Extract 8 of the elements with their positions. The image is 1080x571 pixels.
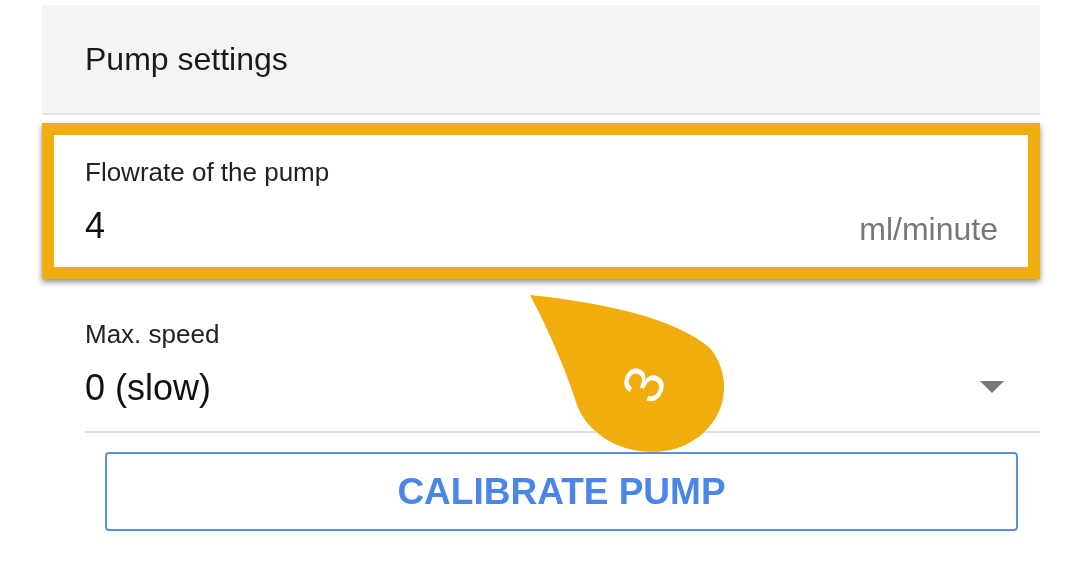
dropdown-caret-icon[interactable] bbox=[980, 381, 1004, 395]
input-field[interactable]: 4 bbox=[85, 203, 106, 249]
field-label: Max. speed bbox=[85, 318, 221, 351]
section-title: Pump settings bbox=[85, 40, 288, 79]
unit-label: ml/minute bbox=[859, 210, 998, 249]
dropdown-value[interactable]: 0 (slow) bbox=[85, 365, 212, 411]
field-label: Flowrate of the pump bbox=[85, 156, 331, 189]
calibrate-button[interactable]: CALIBRATE PUMP bbox=[105, 452, 1018, 531]
